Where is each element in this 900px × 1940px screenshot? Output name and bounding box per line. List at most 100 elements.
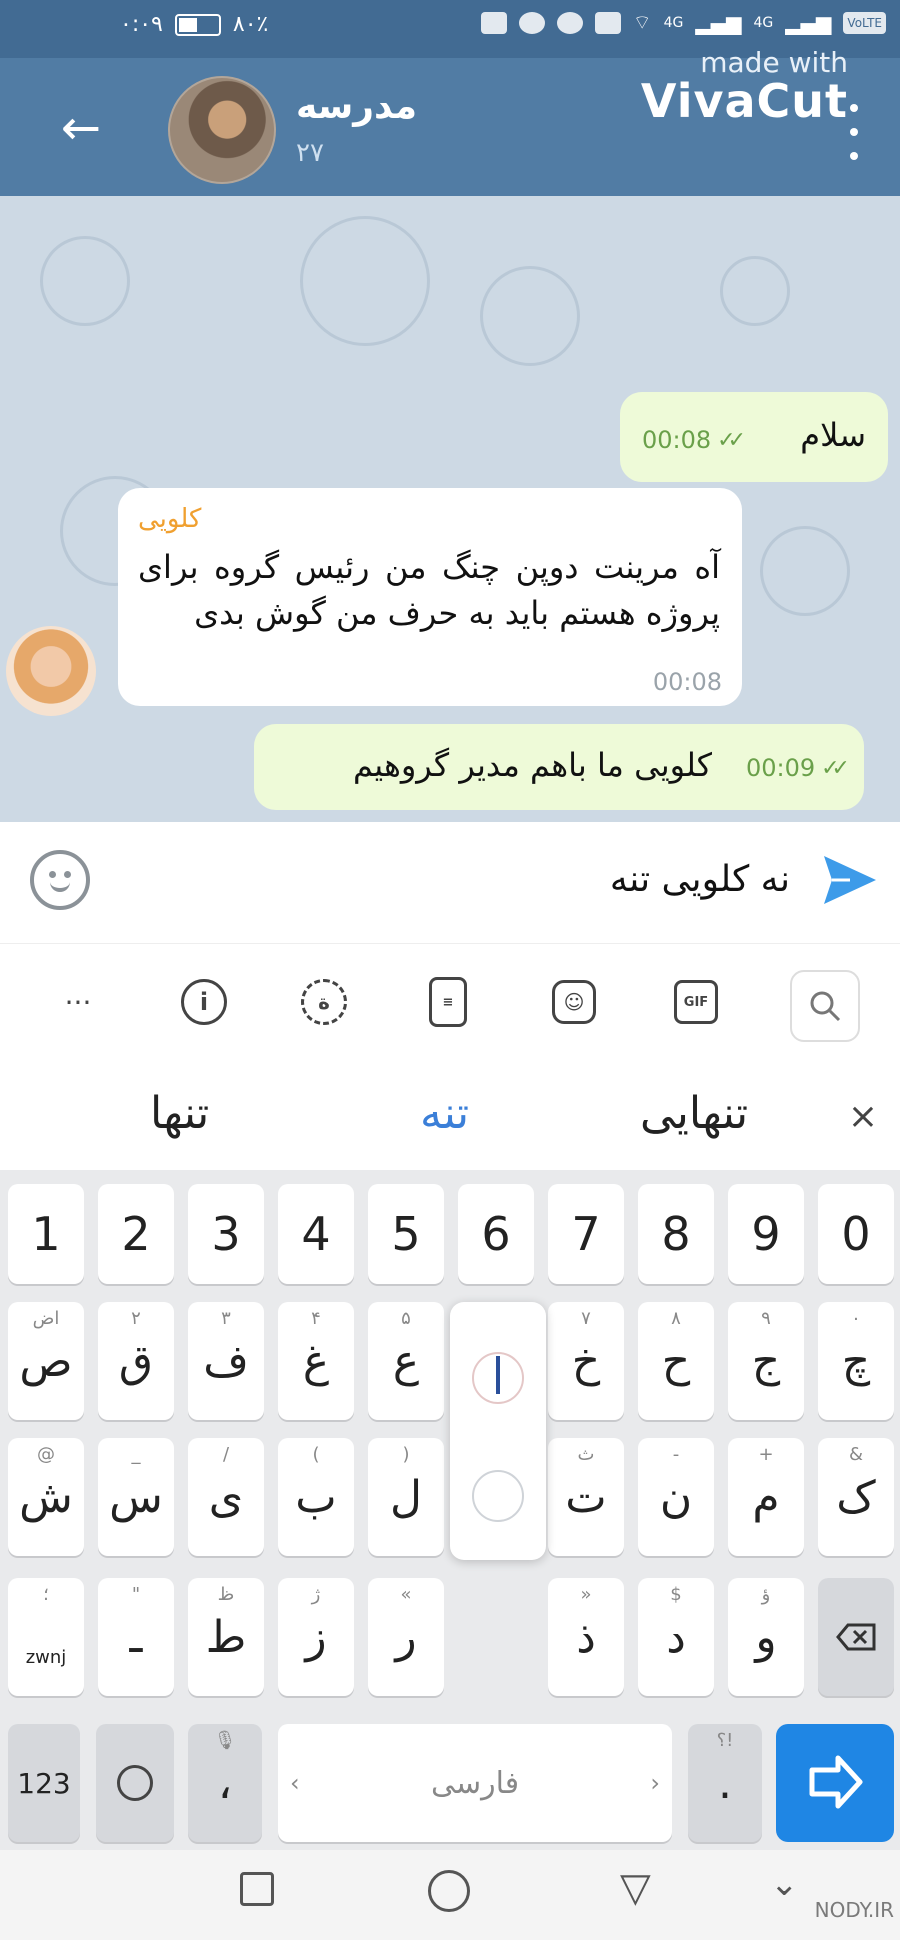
message-text: کلویی ما باهم مدیر گروهیم — [352, 746, 712, 784]
popup-candidate-icon — [472, 1470, 524, 1522]
suggestion-item[interactable]: تنها — [150, 1088, 209, 1139]
emoji-icon[interactable] — [30, 850, 90, 910]
message-meta: 00:08 ✓✓ — [642, 426, 746, 454]
key-letter[interactable]: ثت — [548, 1438, 624, 1556]
backspace-icon[interactable] — [818, 1578, 894, 1696]
key-letter[interactable]: ۸ح — [638, 1302, 714, 1420]
key-letter[interactable]: » ذ — [548, 1578, 624, 1696]
key-7[interactable]: 7 — [548, 1184, 624, 1284]
doodle-decoration — [300, 216, 430, 346]
suggestion-item[interactable]: تنهایی — [640, 1088, 748, 1139]
group-avatar[interactable] — [168, 76, 276, 184]
more-menu-icon[interactable] — [844, 104, 864, 160]
key-3[interactable]: 3 — [188, 1184, 264, 1284]
key-2[interactable]: 2 — [98, 1184, 174, 1284]
period-key[interactable]: ؟! . — [688, 1724, 762, 1842]
key-letter[interactable]: ۰چ — [818, 1302, 894, 1420]
back-arrow-icon[interactable]: ← — [48, 100, 114, 156]
battery-icon — [174, 13, 221, 36]
key-9[interactable]: 9 — [728, 1184, 804, 1284]
key-letter[interactable]: @ ش — [8, 1438, 84, 1556]
suggestion-bar: تنها تنه تنهایی × — [0, 1068, 900, 1170]
key-letter[interactable]: ۲ق — [98, 1302, 174, 1420]
numbers-mode-key[interactable]: 123 — [8, 1724, 80, 1842]
signal-bars-icon: ▂▄▆ — [695, 10, 742, 35]
key-letter[interactable]: اض ص — [8, 1302, 84, 1420]
footer-watermark: NODY.IR — [814, 1898, 894, 1922]
key-6[interactable]: 6 — [458, 1184, 534, 1284]
sender-avatar[interactable] — [6, 626, 96, 716]
suggestion-item-selected[interactable]: تنه — [420, 1088, 469, 1139]
clipboard-icon[interactable]: ≡ — [416, 970, 480, 1034]
message-text: سلام — [800, 416, 866, 454]
doodle-decoration — [40, 236, 130, 326]
message-time: 00:09 — [745, 754, 816, 782]
message-bubble-outgoing[interactable]: سلام 00:08 ✓✓ — [620, 392, 888, 482]
key-letter[interactable]: -ن — [638, 1438, 714, 1556]
message-input-bar — [0, 822, 900, 944]
key-4[interactable]: 4 — [278, 1184, 354, 1284]
message-time: 00:08 — [642, 426, 712, 454]
send-icon[interactable] — [820, 852, 880, 908]
comma-key[interactable]: 🎙 ، — [188, 1724, 262, 1842]
key-letter[interactable]: + م — [728, 1438, 804, 1556]
key-letter[interactable]: ۵ع — [368, 1302, 444, 1420]
key-letter[interactable]: ۹ج — [728, 1302, 804, 1420]
key-0[interactable]: 0 — [818, 1184, 894, 1284]
enter-key[interactable] — [776, 1724, 894, 1842]
home-icon[interactable] — [428, 1870, 470, 1912]
member-count: ۲۷ — [296, 138, 324, 168]
back-nav-icon[interactable]: ▽ — [620, 1868, 651, 1908]
hide-keyboard-icon[interactable]: ⌄ — [770, 1864, 799, 1904]
key-letter[interactable]: ۷خ — [548, 1302, 624, 1420]
key-letter[interactable]: $ د — [638, 1578, 714, 1696]
key-popup — [450, 1302, 546, 1560]
key-letter[interactable]: ۳ف — [188, 1302, 264, 1420]
key-letter[interactable]: & ک — [818, 1438, 894, 1556]
message-text: آه مرینت دوپن چنگ من رئیس گروه برای پروژ… — [138, 548, 720, 632]
signal-label-2: 4G — [753, 14, 774, 31]
sender-name[interactable]: کلویی — [138, 504, 201, 534]
sticker-icon[interactable]: ☺ — [542, 970, 606, 1034]
mic-icon: 🎙 — [213, 1730, 237, 1751]
key-8[interactable]: 8 — [638, 1184, 714, 1284]
key-5[interactable]: 5 — [368, 1184, 444, 1284]
doodle-decoration — [480, 266, 580, 366]
key-letter[interactable]: ) ل — [368, 1438, 444, 1556]
key-letter[interactable]: " ـ — [98, 1578, 174, 1696]
gallery-notification-icon — [480, 11, 507, 34]
handwriting-icon[interactable]: ة — [292, 970, 356, 1034]
more-options-button[interactable]: ··· — [46, 970, 110, 1034]
chevron-right-icon: › — [650, 1769, 660, 1797]
wifi-icon: ⌔ — [632, 10, 652, 34]
key-letter[interactable]: ۴غ — [278, 1302, 354, 1420]
chat-title[interactable]: مدرسه — [296, 86, 417, 127]
doodle-decoration — [760, 526, 850, 616]
key-letter[interactable]: ؤو — [728, 1578, 804, 1696]
key-letter[interactable]: _ س — [98, 1438, 174, 1556]
key-letter[interactable]: (ب — [278, 1438, 354, 1556]
key-letter[interactable]: ظط — [188, 1578, 264, 1696]
signal-bars-icon-2: ▂▄▆ — [785, 10, 832, 35]
chat-area[interactable]: سلام 00:08 ✓✓ کلویی آه مرینت دوپن چنگ من… — [0, 196, 900, 822]
gif-button[interactable]: GIF — [664, 970, 728, 1034]
double-check-icon: ✓✓ — [717, 427, 746, 453]
key-letter[interactable]: / ی — [188, 1438, 264, 1556]
search-icon[interactable] — [790, 970, 860, 1042]
recent-apps-icon[interactable] — [240, 1872, 274, 1906]
space-key[interactable]: ‹ فارسی › — [278, 1724, 672, 1842]
emoji-key[interactable] — [96, 1724, 174, 1842]
message-bubble-incoming[interactable]: کلویی آه مرینت دوپن چنگ من رئیس گروه برا… — [118, 488, 742, 706]
signal-label-1: 4G — [663, 14, 684, 31]
key-letter[interactable]: «ر — [368, 1578, 444, 1696]
key-letter[interactable]: ؛ zwnj — [8, 1578, 84, 1696]
key-1[interactable]: 1 — [8, 1184, 84, 1284]
key-letter[interactable]: ژز — [278, 1578, 354, 1696]
navigation-bar: ▽ ⌄ NODY.IR — [0, 1850, 900, 1940]
close-suggestions-icon[interactable]: × — [848, 1096, 878, 1137]
message-notification-icon — [518, 11, 545, 34]
doodle-decoration — [720, 256, 790, 326]
message-input[interactable] — [190, 846, 790, 912]
info-icon[interactable]: i — [172, 970, 236, 1034]
message-bubble-outgoing[interactable]: کلویی ما باهم مدیر گروهیم 00:09 ✓✓ — [254, 724, 864, 810]
